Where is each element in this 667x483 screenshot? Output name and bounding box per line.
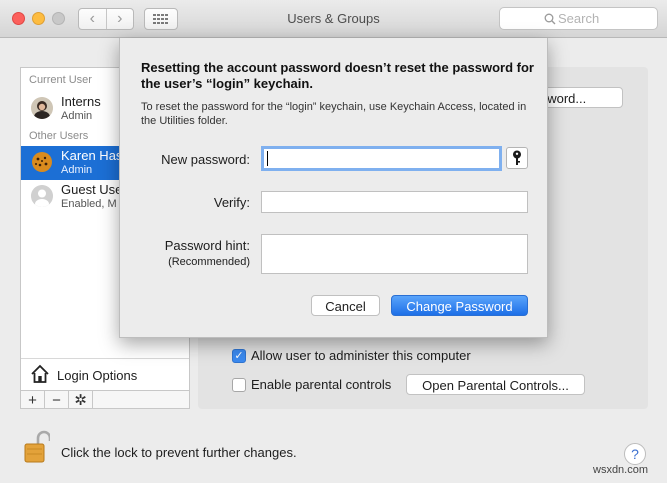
avatar	[31, 151, 53, 173]
user-role: Enabled, M	[61, 198, 117, 210]
password-hint-field[interactable]	[261, 234, 528, 274]
lock-instruction: Click the lock to prevent further change…	[61, 445, 297, 460]
password-hint-label: Password hint:	[164, 238, 250, 253]
allow-admin-label: Allow user to administer this computer	[251, 348, 471, 363]
user-name: Karen Has	[61, 148, 123, 163]
users-groups-window: ‹ › Users & Groups Search Current User I…	[0, 0, 667, 483]
gear-icon: ✲	[74, 392, 87, 409]
verify-field[interactable]	[261, 191, 528, 213]
remove-user-button[interactable]: −	[45, 391, 69, 409]
new-password-label: New password:	[161, 152, 250, 167]
change-password-sheet: Resetting the account password doesn’t r…	[119, 38, 548, 338]
parental-controls-label: Enable parental controls	[251, 377, 392, 392]
user-name: Guest Use	[61, 182, 123, 197]
leopard-avatar-icon	[32, 152, 52, 172]
search-icon	[544, 13, 556, 25]
user-name: Interns	[61, 94, 101, 109]
sidebar-toolbar: + − ✲	[21, 390, 189, 409]
new-password-field[interactable]	[261, 146, 502, 171]
title-bar: ‹ › Users & Groups Search	[0, 0, 667, 38]
person-photo-icon	[31, 97, 53, 119]
login-options-label: Login Options	[57, 368, 138, 383]
user-role: Admin	[61, 164, 93, 176]
text-caret	[267, 151, 268, 166]
user-role: Admin	[61, 110, 93, 122]
parental-controls-row[interactable]: Enable parental controls	[232, 377, 391, 392]
parental-controls-checkbox[interactable]	[232, 377, 246, 392]
avatar	[31, 185, 53, 207]
open-parental-controls-button[interactable]: Open Parental Controls...	[406, 374, 585, 395]
add-user-button[interactable]: +	[21, 391, 45, 409]
allow-admin-checkbox[interactable]: ✓	[232, 348, 246, 363]
search-placeholder: Search	[558, 11, 600, 26]
password-hint-sublabel: (Recommended)	[168, 256, 250, 268]
change-password-button[interactable]: Change Password	[391, 295, 528, 316]
plus-icon: +	[28, 391, 37, 409]
guest-person-icon	[31, 185, 53, 207]
verify-label: Verify:	[213, 195, 250, 210]
key-icon	[513, 150, 521, 165]
avatar	[31, 97, 53, 119]
allow-admin-row[interactable]: ✓ Allow user to administer this computer	[232, 348, 471, 363]
minus-icon: −	[52, 391, 61, 409]
help-button[interactable]: ?	[624, 443, 646, 465]
house-icon	[31, 364, 49, 383]
sheet-title: Resetting the account password doesn’t r…	[141, 60, 534, 91]
current-user-header: Current User	[29, 74, 92, 86]
action-menu-button[interactable]: ✲	[69, 391, 93, 409]
password-assistant-button[interactable]	[506, 147, 528, 169]
cancel-button[interactable]: Cancel	[311, 295, 380, 316]
other-users-header: Other Users	[29, 130, 89, 142]
unlocked-padlock-icon[interactable]	[24, 430, 50, 464]
login-options-item[interactable]: Login Options	[21, 358, 189, 390]
watermark-text: wsxdn.com	[593, 464, 649, 476]
sheet-description: To reset the password for the “login” ke…	[141, 101, 527, 127]
search-field[interactable]: Search	[499, 7, 658, 30]
